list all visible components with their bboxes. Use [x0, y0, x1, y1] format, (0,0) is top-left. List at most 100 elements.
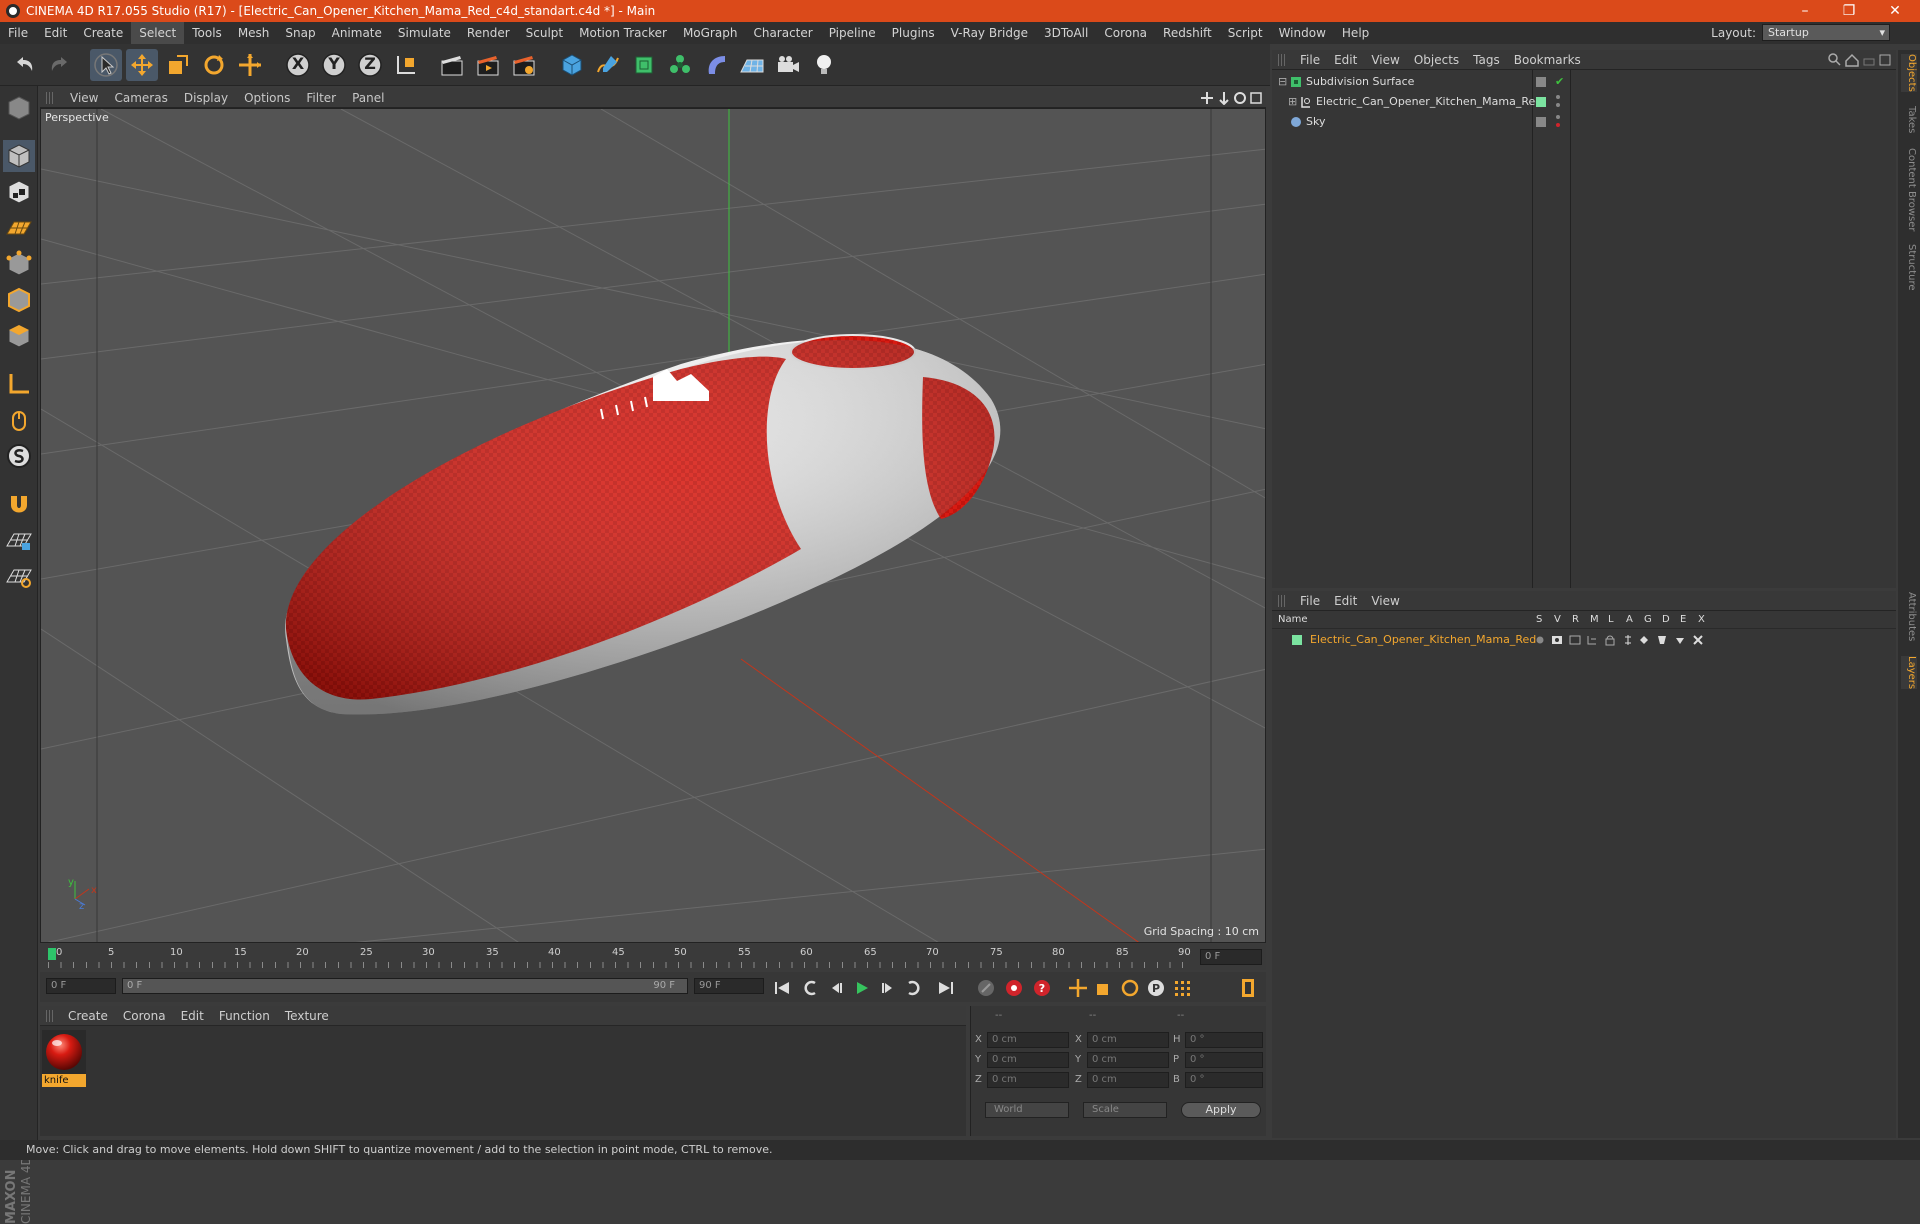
objects-menu-file[interactable]: File	[1294, 53, 1328, 67]
add-mograph-button[interactable]	[664, 49, 696, 81]
add-spline-button[interactable]	[592, 49, 624, 81]
coordinate-system-button[interactable]	[390, 49, 422, 81]
menu-select[interactable]: Select	[131, 22, 185, 44]
tab-takes[interactable]: Takes	[1901, 106, 1917, 133]
can-opener-model[interactable]	[285, 334, 1001, 715]
layer-toggle-icons[interactable]	[1534, 634, 1714, 646]
playhead[interactable]	[48, 948, 56, 960]
size-x-field[interactable]: 0 cm	[1087, 1032, 1169, 1048]
position-z-field[interactable]: 0 cm	[987, 1072, 1069, 1088]
render-picture-viewer-button[interactable]	[472, 49, 504, 81]
tweak-mode-button[interactable]	[3, 404, 35, 436]
menu-mesh[interactable]: Mesh	[230, 22, 278, 44]
enabled-check-icon[interactable]: ✔	[1555, 72, 1564, 92]
menu-snap[interactable]: Snap	[277, 22, 323, 44]
column-solo[interactable]: S	[1536, 614, 1542, 625]
objects-menu-tags[interactable]: Tags	[1467, 53, 1508, 67]
render-view-button[interactable]	[436, 49, 468, 81]
transform-tool-button[interactable]	[234, 49, 266, 81]
expand-toggle-icon[interactable]: ⊞	[1288, 92, 1297, 112]
minimize-button[interactable]: –	[1782, 0, 1828, 22]
render-dot-icon[interactable]	[1556, 123, 1560, 127]
next-frame-button[interactable]	[876, 976, 900, 1000]
edges-mode-button[interactable]	[3, 284, 35, 316]
polygons-mode-button[interactable]	[3, 320, 35, 352]
menu-vray-bridge[interactable]: V-Ray Bridge	[943, 22, 1036, 44]
column-deformers[interactable]: D	[1662, 614, 1670, 625]
viewport-menu-display[interactable]: Display	[178, 91, 238, 105]
menu-plugins[interactable]: Plugins	[884, 22, 943, 44]
layer-name[interactable]: Electric_Can_Opener_Kitchen_Mama_Red	[1310, 631, 1536, 649]
position-x-field[interactable]: 0 cm	[987, 1032, 1069, 1048]
viewport-menu-options[interactable]: Options	[238, 91, 300, 105]
next-key-button[interactable]	[902, 976, 926, 1000]
layers-menu-view[interactable]: View	[1365, 594, 1407, 608]
record-keys-button[interactable]	[974, 976, 998, 1000]
menu-sculpt[interactable]: Sculpt	[518, 22, 571, 44]
menu-edit[interactable]: Edit	[36, 22, 75, 44]
objects-menu-edit[interactable]: Edit	[1328, 53, 1365, 67]
scale-tool-button[interactable]	[162, 49, 194, 81]
key-rotation-button[interactable]	[1118, 976, 1142, 1000]
menu-pipeline[interactable]: Pipeline	[821, 22, 884, 44]
planar-workplane-button[interactable]	[3, 560, 35, 592]
key-pla-button[interactable]	[1170, 976, 1194, 1000]
viewport-menu-filter[interactable]: Filter	[300, 91, 346, 105]
visibility-dot-icon[interactable]	[1556, 115, 1560, 119]
menu-file[interactable]: File	[0, 22, 36, 44]
tab-structure[interactable]: Structure	[1901, 244, 1917, 291]
material-menu-function[interactable]: Function	[213, 1009, 279, 1023]
position-y-field[interactable]: 0 cm	[987, 1052, 1069, 1068]
autokeying-button[interactable]	[1002, 976, 1026, 1000]
menu-help[interactable]: Help	[1334, 22, 1377, 44]
preview-range-slider[interactable]: 0 F 90 F	[122, 978, 688, 994]
layer-color-icon[interactable]	[1536, 97, 1546, 107]
live-selection-button[interactable]	[90, 49, 122, 81]
key-scale-button[interactable]	[1092, 976, 1116, 1000]
menu-character[interactable]: Character	[745, 22, 820, 44]
rotate-tool-button[interactable]	[198, 49, 230, 81]
z-axis-lock-button[interactable]: Z	[354, 49, 386, 81]
add-scene-button[interactable]	[736, 49, 768, 81]
rotation-p-field[interactable]: 0 °	[1185, 1052, 1263, 1068]
coordinate-mode-dropdown[interactable]: World	[985, 1102, 1069, 1118]
perspective-viewport[interactable]: Perspective y x z Grid Spacing : 10 cm	[40, 108, 1266, 943]
material-menu-texture[interactable]: Texture	[279, 1009, 338, 1023]
render-dot-icon[interactable]	[1556, 103, 1560, 107]
material-swatch[interactable]: knife	[42, 1030, 86, 1090]
objects-menu-bookmarks[interactable]: Bookmarks	[1508, 53, 1589, 67]
menu-animate[interactable]: Animate	[324, 22, 390, 44]
add-deformer-button[interactable]	[700, 49, 732, 81]
viewport-menu-panel[interactable]: Panel	[346, 91, 394, 105]
tab-objects[interactable]: Objects	[1901, 54, 1917, 92]
visibility-dot-icon[interactable]	[1556, 95, 1560, 99]
object-row-can-opener[interactable]: ⊞ Electric_Can_Opener_Kitchen_Mama_Red	[1272, 92, 1896, 112]
column-manager[interactable]: M	[1590, 614, 1599, 625]
tab-attributes[interactable]: Attributes	[1901, 592, 1917, 641]
add-camera-button[interactable]	[772, 49, 804, 81]
tab-layers[interactable]: Layers	[1901, 656, 1917, 690]
restore-button[interactable]: ❐	[1826, 0, 1872, 22]
material-menu-create[interactable]: Create	[62, 1009, 117, 1023]
redo-button[interactable]	[44, 49, 76, 81]
workplane-mode-button[interactable]	[3, 212, 35, 244]
axis-mode-button[interactable]	[3, 368, 35, 400]
editor-visibility-icon[interactable]	[1536, 117, 1546, 127]
column-view[interactable]: V	[1554, 614, 1561, 625]
viewport-menu-cameras[interactable]: Cameras	[108, 91, 177, 105]
material-name[interactable]: knife	[42, 1074, 86, 1087]
editor-visibility-icon[interactable]	[1536, 77, 1546, 87]
previous-key-button[interactable]	[798, 976, 822, 1000]
lock-workplane-button[interactable]	[3, 524, 35, 556]
undo-button[interactable]	[8, 49, 40, 81]
menu-mograph[interactable]: MoGraph	[675, 22, 746, 44]
menu-simulate[interactable]: Simulate	[390, 22, 459, 44]
object-row-subdivision-surface[interactable]: ⊟ Subdivision Surface ✔	[1272, 72, 1896, 92]
move-tool-button[interactable]	[126, 49, 158, 81]
current-frame-field[interactable]: 0 F	[1200, 949, 1262, 965]
objects-menu-objects[interactable]: Objects	[1408, 53, 1467, 67]
make-editable-button[interactable]	[3, 92, 35, 124]
menu-script[interactable]: Script	[1220, 22, 1271, 44]
column-animation[interactable]: A	[1626, 614, 1633, 625]
menu-3dtoall[interactable]: 3DToAll	[1036, 22, 1096, 44]
